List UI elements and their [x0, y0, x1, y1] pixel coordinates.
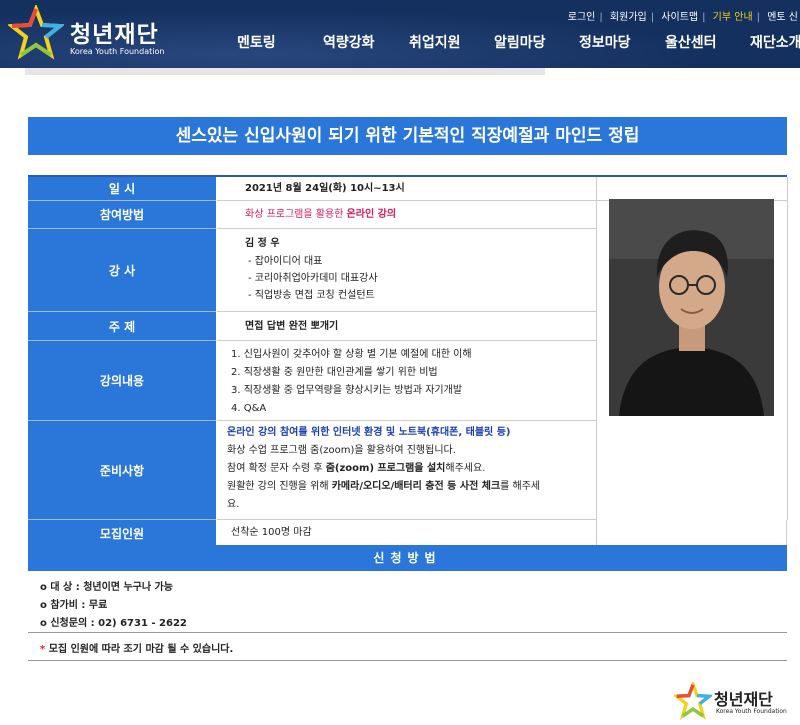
util-sitemap[interactable]: 사이트맵	[661, 12, 698, 23]
page-title: 센스있는 신입사원이 되기 위한 기본적인 직장예절과 마인드 정립	[28, 117, 787, 155]
nav-notice[interactable]: 알림마당	[494, 32, 546, 52]
footer-logo-text: 청년재단	[714, 690, 773, 709]
nav-mentoring[interactable]: 멘토링	[237, 32, 276, 52]
topic-label: 주 제	[28, 312, 216, 341]
method-bold: 온라인 강의	[346, 209, 397, 220]
prep-line: 참여 확정 문자 수령 후 줌(zoom) 프로그램을 설치해주세요.	[227, 460, 596, 478]
recruit-value: 선착순 100명 마감	[217, 520, 597, 546]
early-close-notice: * 모집 인원에 따라 조기 마감 될 수 있습니다.	[40, 640, 233, 655]
util-sep: |	[599, 12, 603, 23]
photo-top-cell	[597, 177, 787, 201]
utility-links: 로그인 | 회원가입 | 사이트맵 | 기부 안내 | 멘토 신	[566, 8, 800, 23]
content-item: 2. 직장생활 중 원만한 대인관계를 쌓기 위한 비법	[231, 367, 438, 378]
prep-text: 참여 확정 문자 수령 후	[227, 463, 326, 474]
apply-fee: o 참가비 : 무료	[40, 600, 108, 611]
lecturer-career: - 직업방송 면접 코칭 컨설턴트	[248, 290, 375, 301]
prep-highlight-text: 온라인 강의 참여를 위한 인터넷 환경 및 노트북(휴대폰, 태블릿 등)	[227, 427, 511, 438]
photo-column	[597, 177, 788, 520]
prep-bold: 줌(zoom) 프로그램을 설치	[325, 463, 446, 474]
util-login[interactable]: 로그인	[568, 12, 596, 23]
lecturer-value: 김 정 우 - 잡아이디어 대표 - 코리아취업아카데미 대표강사 - 직업방송…	[217, 229, 597, 312]
util-donate[interactable]: 기부 안내	[713, 12, 753, 23]
lecturer-label: 강 사	[28, 229, 216, 312]
prep-label: 준비사항	[28, 421, 216, 520]
logo-text: 청년재단	[70, 22, 159, 48]
prep-text: 해주세요.	[445, 463, 486, 474]
content-item: 1. 신입사원이 갖추어야 할 상황 별 기본 예절에 대한 이해	[231, 349, 472, 360]
site-header: 청년재단 Korea Youth Foundation 로그인 | 회원가입 | 사…	[0, 0, 800, 68]
date-label: 일 시	[28, 177, 216, 201]
divider	[28, 660, 787, 661]
apply-method-bar: 신청방법	[28, 545, 787, 571]
lecturer-portrait-image	[609, 199, 774, 416]
nav-capacity[interactable]: 역량강화	[323, 32, 375, 52]
recruit-empty-cell	[597, 520, 787, 546]
lecturer-career: - 잡아이디어 대표	[248, 256, 323, 267]
logo-subtitle: Korea Youth Foundation	[70, 47, 165, 56]
lecturer-name: 김 정 우	[245, 238, 280, 249]
footer-logo: 청년재단 Korea Youth Foundation	[674, 682, 794, 722]
nav-about[interactable]: 재단소개	[750, 32, 800, 52]
util-mentor[interactable]: 멘토 신	[767, 12, 798, 23]
content-item: 4. Q&A	[231, 403, 267, 414]
method-prefix: 화상 프로그램을 활용한	[245, 209, 347, 220]
nav-info[interactable]: 정보마당	[579, 32, 631, 52]
nav-employment[interactable]: 취업지원	[409, 32, 461, 52]
method-value: 화상 프로그램을 활용한 온라인 강의	[217, 201, 597, 229]
site-logo[interactable]: 청년재단 Korea Youth Foundation	[8, 5, 188, 63]
apply-target: o 대 상 : 청년이면 누구나 가능	[40, 582, 173, 593]
content-value: 1. 신입사원이 갖추어야 할 상황 별 기본 예절에 대한 이해 2. 직장생…	[217, 341, 597, 421]
date-value: 2021년 8월 24일(화) 10시~13시	[217, 177, 597, 201]
lecturer-career: - 코리아취업아카데미 대표강사	[248, 273, 378, 284]
util-sep: |	[702, 12, 706, 23]
notice-text: 모집 인원에 따라 조기 마감 될 수 있습니다.	[45, 644, 234, 655]
util-sep: |	[756, 12, 761, 23]
event-info-table: 일 시 2021년 8월 24일(화) 10시~13시 참여방법 화상 프로그램…	[28, 175, 788, 546]
lecturer-photo	[609, 199, 774, 416]
apply-contact: o 신청문의 : 02) 6731 - 2622	[40, 618, 187, 629]
topic-value: 면접 답변 완전 뽀개기	[217, 312, 597, 341]
star-logo-icon	[8, 5, 64, 60]
footer-logo-subtitle: Korea Youth Foundation	[716, 708, 787, 715]
util-sep: |	[650, 12, 655, 23]
method-label: 참여방법	[28, 201, 216, 229]
util-signup[interactable]: 회원가입	[610, 12, 647, 23]
prep-bold: 카메라/오디오/배터리 충전 등 사전 체크	[331, 481, 501, 492]
content-label: 강의내용	[28, 341, 216, 421]
header-underline	[25, 68, 545, 75]
recruit-label: 모집인원	[28, 520, 216, 546]
main-nav: 멘토링 역량강화 취업지원 알림마당 정보마당 울산센터 재단소개	[220, 32, 800, 52]
prep-text: 원활한 강의 진행을 위해	[227, 481, 332, 492]
prep-line: 화상 수업 프로그램 줌(zoom)을 활용하여 진행됩니다.	[227, 445, 456, 456]
star-logo-icon	[674, 682, 712, 720]
nav-ulsan[interactable]: 울산센터	[665, 32, 717, 52]
prep-value: 온라인 강의 참여를 위한 인터넷 환경 및 노트북(휴대폰, 태블릿 등) 화…	[217, 421, 597, 520]
prep-line: 요.	[227, 499, 240, 510]
content-item: 3. 직장생활 중 업무역량을 향상시키는 방법과 자기개발	[231, 385, 463, 396]
prep-text: 를 해주세	[500, 481, 541, 492]
prep-highlight: 온라인 강의 참여를 위한 인터넷 환경 및 노트북(휴대폰, 태블릿 등)	[227, 424, 596, 442]
divider	[28, 632, 787, 633]
prep-line: 원활한 강의 진행을 위해 카메라/오디오/배터리 충전 등 사전 체크를 해주…	[227, 478, 596, 496]
